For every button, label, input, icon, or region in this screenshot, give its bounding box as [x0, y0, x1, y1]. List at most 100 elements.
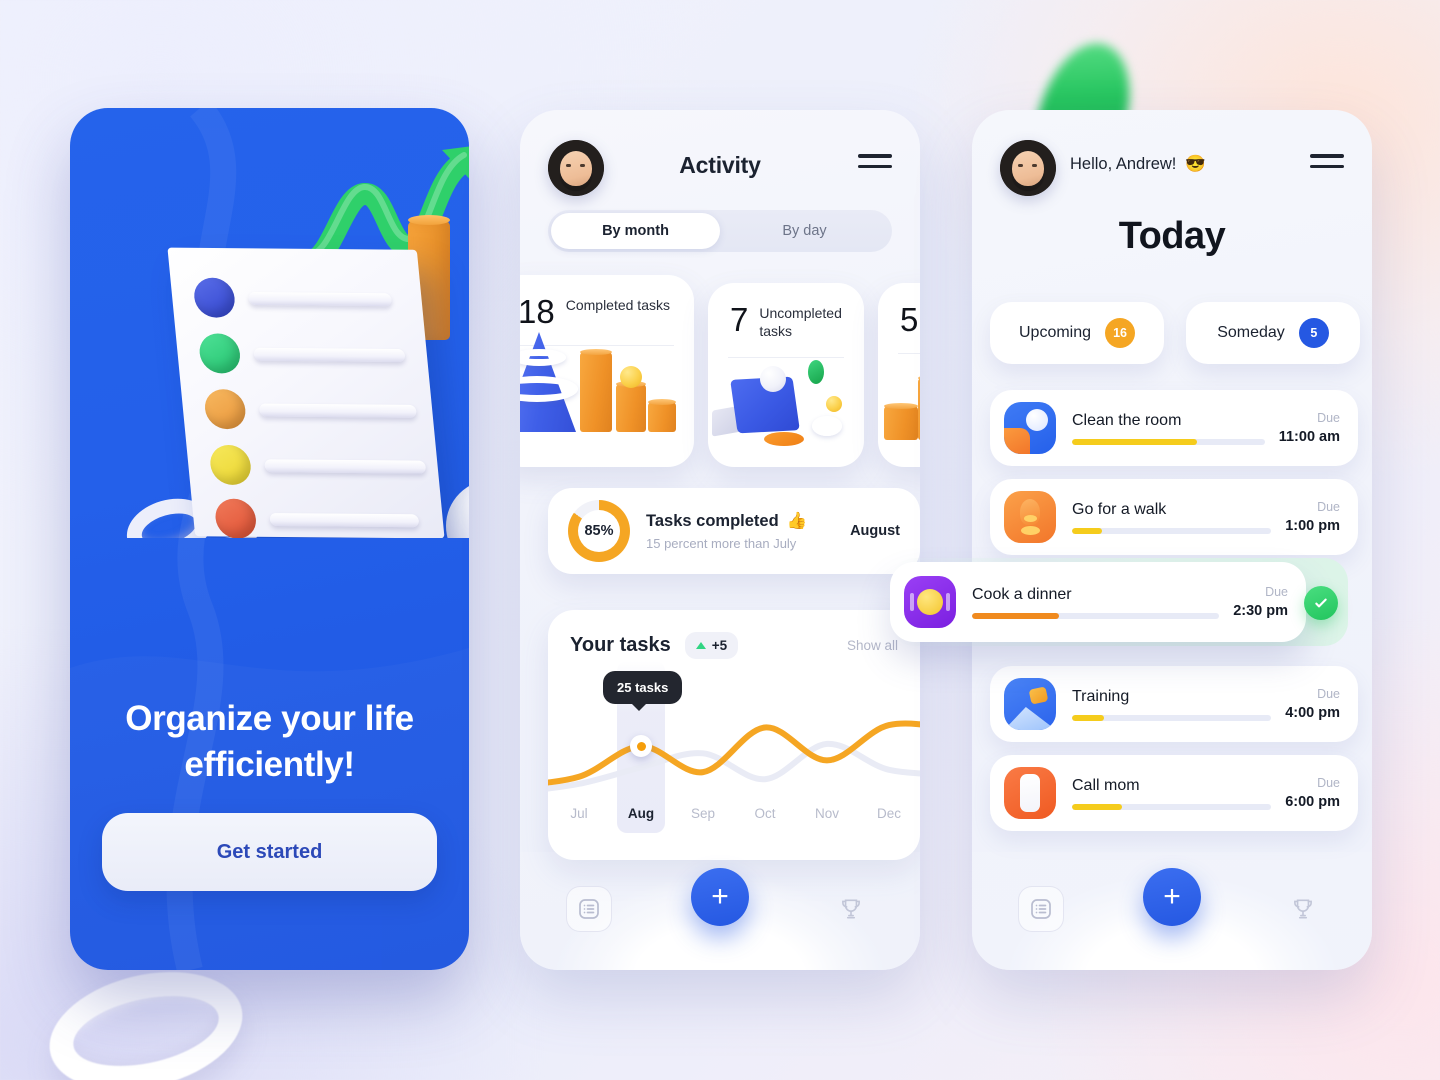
chart-x-axis[interactable]: Jul Aug Sep Oct Nov Dec [548, 806, 920, 821]
triangle-up-icon [695, 642, 706, 649]
task-name: Go for a walk [1072, 500, 1167, 518]
onboarding-title: Organize your life efficiently! [125, 699, 414, 785]
checklist-dot-5 [213, 498, 258, 538]
line-chart[interactable]: 25 tasks Jul Aug Sep Oct Nov Dec [548, 661, 920, 833]
progress-subtitle: 15 percent more than July [646, 535, 797, 551]
due-label: Due [1317, 411, 1340, 425]
checklist-dot-4 [208, 444, 253, 486]
hamburger-menu-icon[interactable] [1310, 154, 1344, 174]
chart-month-oct[interactable]: Oct [734, 806, 796, 821]
due-label: Due [1317, 776, 1340, 790]
room-icon [1004, 402, 1056, 454]
tab-by-day[interactable]: By day [720, 213, 889, 249]
chart-delta-value: +5 [711, 638, 728, 653]
due-label: Due [1317, 687, 1340, 701]
stat-card-completed[interactable]: 18 Completed tasks [520, 275, 694, 467]
chart-title: Your tasks [570, 634, 671, 656]
chart-month-sep[interactable]: Sep [672, 806, 734, 821]
avatar-face [1012, 151, 1044, 186]
checklist-dot-1 [192, 277, 237, 318]
stat-illustration-bars [878, 354, 920, 440]
illustration-sphere [446, 480, 469, 538]
illustration-checklist-card [167, 247, 445, 538]
filter-label: Upcoming [1018, 324, 1092, 341]
due-label: Due [1317, 500, 1340, 514]
stat-card-uncompleted[interactable]: 7 Uncompleted tasks [708, 283, 864, 467]
progress-percent: 85% [584, 523, 614, 539]
task-row-cook-a-dinner[interactable]: Cook a dinner Due 2:30 pm [890, 562, 1306, 642]
greeting-text: Hello, Andrew! [1070, 155, 1177, 173]
task-due-time: 4:00 pm [1285, 705, 1340, 721]
task-row[interactable]: Go for a walk Due 1:00 pm [990, 479, 1358, 555]
task-due-time: 6:00 pm [1285, 794, 1340, 810]
phone-icon [1004, 767, 1056, 819]
activity-stat-cards: 18 Completed tasks 7 Uncompleted tasks 5 [520, 275, 920, 475]
get-started-button[interactable]: Get started [102, 813, 437, 891]
activity-segmented-control[interactable]: By month By day [548, 210, 892, 252]
task-progress-bar [1072, 527, 1272, 534]
activity-screen: Activity By month By day 18 Completed ta… [520, 110, 920, 970]
stat-label: Completed tasks [565, 297, 670, 313]
plus-icon: + [1163, 880, 1181, 913]
chart-lines [548, 720, 920, 792]
stat-label: Uncompleted tasks [759, 305, 842, 339]
task-progress-bar [1072, 714, 1272, 721]
today-screen: Hello, Andrew! 😎 Today Upcoming 16 Somed… [972, 110, 1372, 970]
filter-upcoming[interactable]: Upcoming 16 [990, 302, 1164, 364]
onboarding-illustration [70, 108, 469, 538]
task-progress-bar [1072, 803, 1272, 810]
stat-card-third[interactable]: 5 [878, 283, 920, 467]
task-row[interactable]: Training Due 4:00 pm [990, 666, 1358, 742]
today-bottom-nav: + [972, 852, 1372, 970]
sunglasses-emoji-icon: 😎 [1185, 155, 1206, 173]
tasks-completed-progress-card[interactable]: 85% Tasks completed 👍 15 percent more th… [548, 488, 920, 574]
tab-by-month[interactable]: By month [551, 213, 720, 249]
today-topbar: Hello, Andrew! 😎 [972, 140, 1372, 206]
stat-illustration-cube [708, 358, 864, 446]
checklist-dot-3 [203, 389, 248, 430]
add-task-button[interactable]: + [1143, 868, 1201, 926]
training-icon [1004, 678, 1056, 730]
walk-icon [1004, 491, 1056, 543]
progress-title: Tasks completed [646, 511, 779, 530]
task-due-time: 1:00 pm [1285, 518, 1340, 534]
chart-month-nov[interactable]: Nov [796, 806, 858, 821]
list-icon[interactable] [566, 886, 612, 932]
task-name: Training [1072, 687, 1130, 705]
stat-number: 18 [520, 293, 555, 330]
due-label: Due [1265, 585, 1288, 599]
task-name: Clean the room [1072, 411, 1182, 429]
filter-someday[interactable]: Someday 5 [1186, 302, 1360, 364]
hamburger-menu-icon[interactable] [858, 154, 892, 174]
dinner-icon [904, 576, 956, 628]
trophy-icon[interactable] [828, 886, 874, 932]
check-icon [1315, 598, 1327, 608]
avatar[interactable] [1000, 140, 1056, 196]
activity-topbar: Activity [520, 140, 920, 206]
chart-month-aug[interactable]: Aug [610, 806, 672, 821]
chart-month-jul[interactable]: Jul [548, 806, 610, 821]
task-due-time: 2:30 pm [1233, 603, 1288, 619]
your-tasks-chart-card: Your tasks +5 Show all 25 tasks Jul Aug Se… [548, 610, 920, 860]
list-icon[interactable] [1018, 886, 1064, 932]
checklist-dot-2 [197, 333, 242, 374]
task-progress-bar [972, 612, 1220, 619]
background-torus-decoration [43, 956, 249, 1080]
plus-icon: + [711, 880, 729, 913]
task-row[interactable]: Clean the room Due 11:00 am [990, 390, 1358, 466]
trophy-icon[interactable] [1280, 886, 1326, 932]
complete-task-button[interactable] [1304, 586, 1338, 620]
thumbs-up-icon: 👍 [786, 511, 808, 530]
chart-delta-badge: +5 [684, 632, 739, 659]
chart-month-dec[interactable]: Dec [858, 806, 920, 821]
status-badge: 5 [1298, 318, 1329, 348]
activity-bottom-nav: + [520, 852, 920, 970]
task-progress-bar [1072, 438, 1265, 445]
progress-month: August [850, 523, 900, 539]
page-title: Today [1118, 215, 1226, 257]
greeting: Hello, Andrew! 😎 [1070, 155, 1206, 174]
swiped-task-container: Cook a dinner Due 2:30 pm [890, 558, 1348, 646]
stat-number: 5 [900, 301, 919, 338]
task-row[interactable]: Call mom Due 6:00 pm [990, 755, 1358, 831]
add-task-button[interactable]: + [691, 868, 749, 926]
